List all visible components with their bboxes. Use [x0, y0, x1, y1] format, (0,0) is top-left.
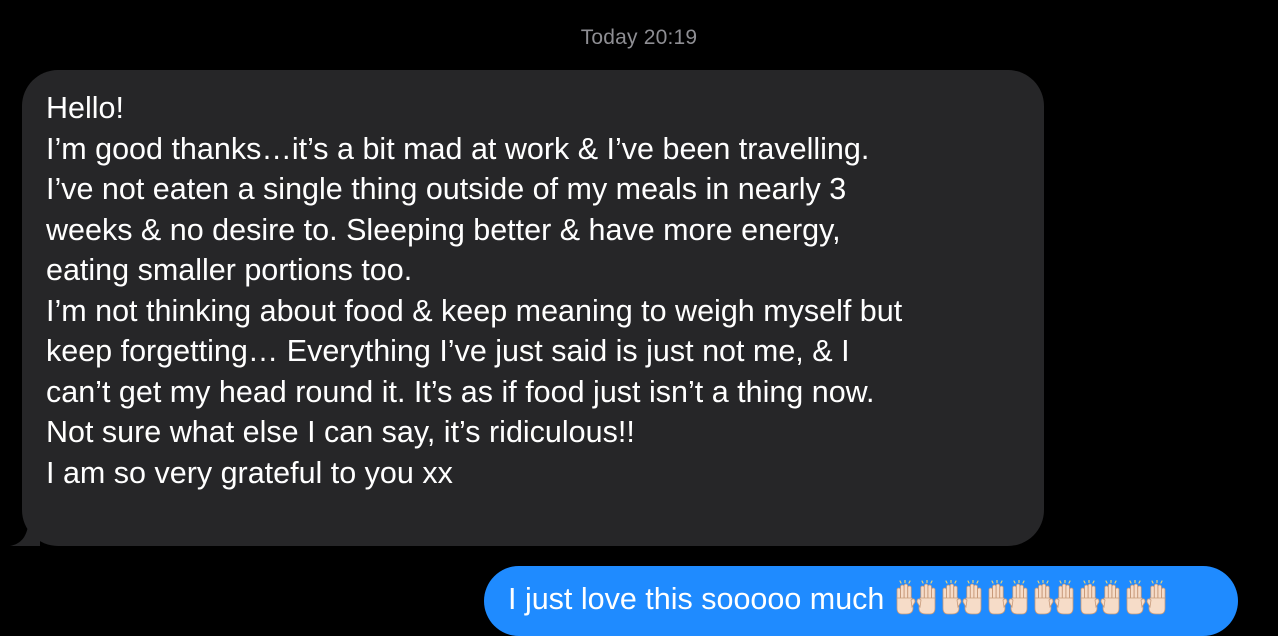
raising-hands-icon	[986, 580, 1030, 616]
outgoing-message-bubble[interactable]: I just love this sooooo much	[484, 566, 1238, 636]
message-line: eating smaller portions too.	[46, 253, 413, 287]
message-line: Not sure what else I can say, it’s ridic…	[46, 415, 635, 449]
message-line: I’m not thinking about food & keep meani…	[46, 293, 903, 328]
bubble-tail	[10, 518, 40, 546]
raising-hands-icon	[940, 580, 984, 616]
message-line: I’ve not eaten a single thing outside of…	[46, 172, 847, 206]
raising-hands-icon	[894, 580, 938, 616]
message-line: keep forgetting… Everything I’ve just sa…	[46, 334, 850, 368]
incoming-message-bubble[interactable]: Hello! I’m good thanks…it’s a bit mad at…	[10, 70, 1044, 546]
message-line: I’m good thanks…it’s a bit mad at work &…	[46, 131, 870, 166]
message-line: Hello!	[46, 91, 124, 125]
outgoing-message-text: I just love this sooooo much	[508, 581, 885, 616]
message-line: can’t get my head round it. It’s as if f…	[46, 374, 875, 409]
raising-hands-icon	[1032, 580, 1076, 616]
raising-hands-icon	[1078, 580, 1122, 616]
emoji-group	[894, 580, 1168, 616]
raising-hands-icon	[1124, 580, 1168, 616]
message-line: weeks & no desire to. Sleeping better & …	[46, 212, 841, 247]
message-line: I am so very grateful to you xx	[46, 455, 453, 490]
message-timestamp: Today 20:19	[580, 26, 698, 49]
